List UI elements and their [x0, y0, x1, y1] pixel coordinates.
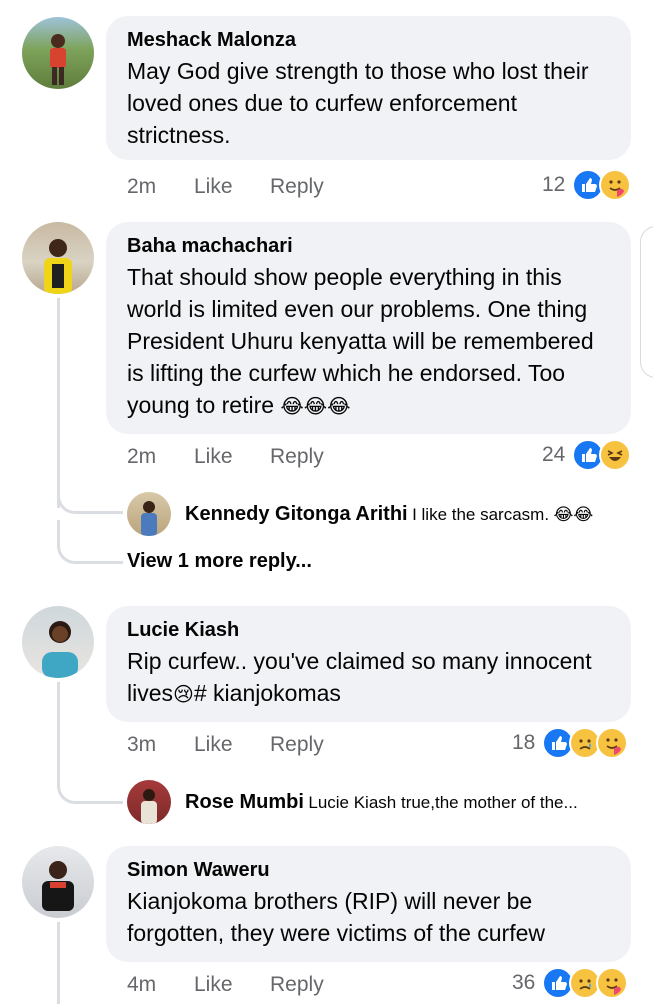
avatar-photo: [141, 501, 157, 536]
reply-button[interactable]: Reply: [270, 444, 324, 470]
side-panel-edge: [640, 226, 653, 378]
reaction-count[interactable]: 12: [542, 172, 565, 198]
haha-icon: [599, 439, 631, 471]
reply-button[interactable]: Reply: [270, 972, 324, 998]
avatar[interactable]: [127, 780, 171, 824]
care-icon: [599, 169, 631, 201]
timestamp[interactable]: 4m: [127, 972, 156, 998]
avatar-photo: [44, 239, 72, 294]
thread-connector: [57, 756, 123, 804]
like-button[interactable]: Like: [194, 972, 233, 998]
like-button[interactable]: Like: [194, 732, 233, 758]
avatar-photo: [141, 789, 157, 824]
reaction-count[interactable]: 36: [512, 970, 535, 996]
laughing-emojis: 😂😂: [553, 505, 594, 525]
reply-button[interactable]: Reply: [270, 732, 324, 758]
commenter-name[interactable]: Lucie Kiash: [127, 617, 611, 643]
thread-line: [57, 682, 60, 762]
avatar[interactable]: [22, 222, 94, 294]
comment-bubble: Simon Waweru Kianjokoma brothers (RIP) w…: [106, 846, 631, 962]
avatar-photo: [42, 621, 78, 678]
care-icon: [596, 967, 628, 999]
avatar-photo: [42, 861, 74, 911]
reply-author[interactable]: Rose Mumbi: [185, 791, 304, 813]
reply-text: I like the sarcasm.: [412, 505, 550, 524]
comment-text-body: That should show people everything in th…: [127, 264, 594, 418]
comment-actions: 2m Like Reply: [127, 444, 347, 470]
reply-preview[interactable]: Rose Mumbi Lucie Kiash true,the mother o…: [185, 787, 578, 817]
care-icon: [596, 727, 628, 759]
reply-preview[interactable]: Kennedy Gitonga Arithi I like the sarcas…: [185, 499, 593, 529]
reply-text: Lucie Kiash true,the mother of the...: [308, 793, 578, 812]
side-panel-edge: [640, 0, 653, 40]
avatar[interactable]: [22, 846, 94, 918]
reply-button[interactable]: Reply: [270, 174, 324, 200]
comment-bubble: Meshack Malonza May God give strength to…: [106, 16, 631, 160]
view-more-replies-link[interactable]: View 1 more reply...: [127, 550, 312, 573]
comment-bubble: Baha machachari That should show people …: [106, 222, 631, 434]
thread-line: [57, 922, 60, 1004]
avatar[interactable]: [127, 492, 171, 536]
like-button[interactable]: Like: [194, 174, 233, 200]
thread-connector: [57, 520, 123, 564]
comment-hashtag: # kianjokomas: [193, 680, 341, 706]
comment-text: That should show people everything in th…: [127, 261, 611, 422]
thread-connector: [57, 470, 123, 514]
comment-actions: 2m Like Reply: [127, 174, 347, 200]
comment-text: Kianjokoma brothers (RIP) will never be …: [127, 888, 546, 946]
avatar[interactable]: [22, 17, 94, 89]
timestamp[interactable]: 2m: [127, 444, 156, 470]
reaction-count[interactable]: 18: [512, 730, 535, 756]
like-button[interactable]: Like: [194, 444, 233, 470]
avatar-photo: [50, 34, 66, 85]
comment-text: May God give strength to those who lost …: [127, 58, 589, 148]
commenter-name[interactable]: Meshack Malonza: [127, 27, 611, 53]
timestamp[interactable]: 2m: [127, 174, 156, 200]
laughing-emojis: 😂😂😂: [280, 394, 351, 418]
comment-actions: 4m Like Reply: [127, 972, 347, 998]
avatar[interactable]: [22, 606, 94, 678]
comment-text: Rip curfew.. you've claimed so many inno…: [127, 645, 611, 710]
comment-bubble: Lucie Kiash Rip curfew.. you've claimed …: [106, 606, 631, 722]
crying-emoji: 😢: [173, 682, 194, 706]
comment-actions: 3m Like Reply: [127, 732, 347, 758]
timestamp[interactable]: 3m: [127, 732, 156, 758]
commenter-name[interactable]: Simon Waweru: [127, 857, 611, 883]
reaction-count[interactable]: 24: [542, 442, 565, 468]
reply-author[interactable]: Kennedy Gitonga Arithi: [185, 503, 408, 525]
commenter-name[interactable]: Baha machachari: [127, 233, 611, 259]
